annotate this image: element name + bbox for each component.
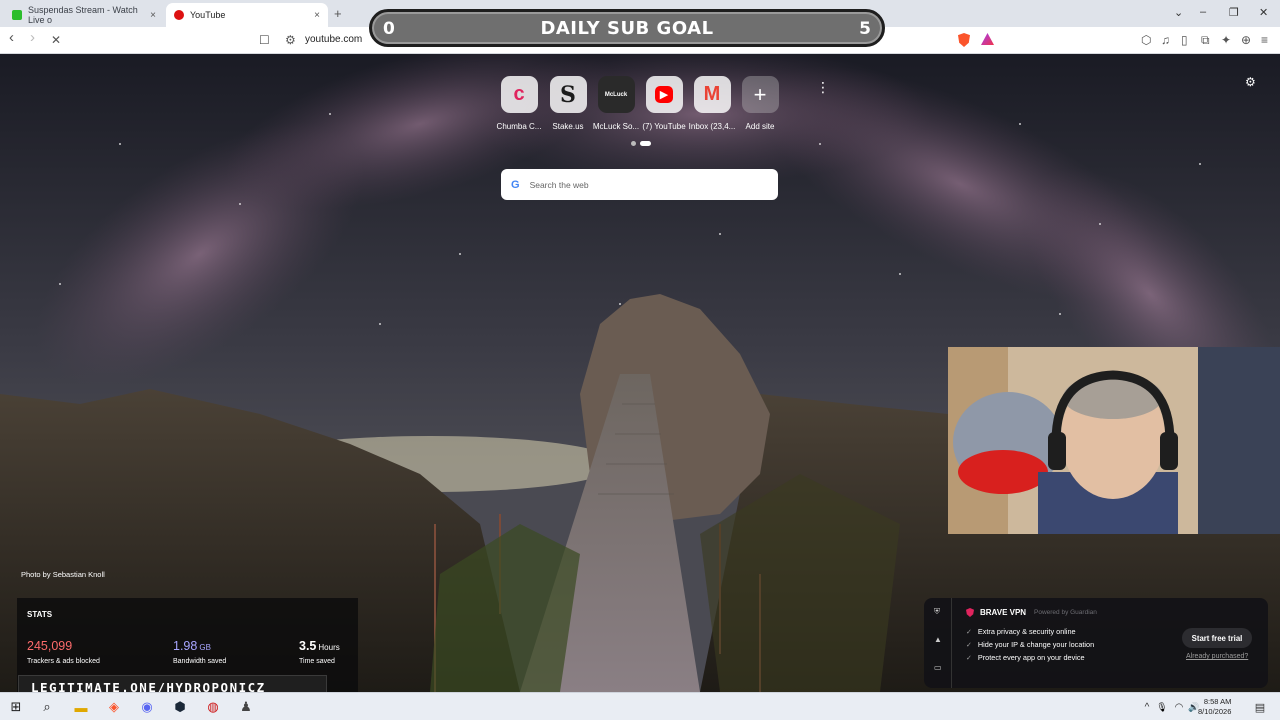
stat-trackers: 245,099 Trackers & ads blocked <box>27 637 100 665</box>
sidebar-icon[interactable]: ▯ <box>1181 33 1188 47</box>
add-site-button[interactable]: + Add site <box>730 76 790 131</box>
shortcut-pager[interactable] <box>631 141 651 146</box>
main-menu-icon[interactable]: ≡ <box>1261 33 1268 47</box>
tab-title: YouTube <box>190 10 226 20</box>
bookmark-icon[interactable]: ☐ <box>259 33 270 47</box>
plus-icon: + <box>741 76 779 113</box>
stat-unit: GB <box>199 643 211 652</box>
shortcut-label: Add site <box>745 122 775 131</box>
back-button[interactable]: ‹ <box>9 29 14 46</box>
vpn-feature: Hide your IP & change your location <box>966 640 1094 649</box>
brave-vpn-widget: ⛨ ▲ ▭ BRAVE VPN Powered by Guardian Extr… <box>924 598 1268 688</box>
stat-time: 3.5 Hours Time saved <box>299 637 340 665</box>
start-icon[interactable]: ⊞ <box>8 699 24 715</box>
forward-button[interactable]: › <box>30 29 35 46</box>
new-tab-button[interactable]: + <box>334 6 342 21</box>
search-box[interactable]: G <box>501 169 778 200</box>
obs-icon[interactable]: ◍ <box>205 699 221 715</box>
clock-time: 8:58 AM <box>1203 697 1232 706</box>
discord-icon[interactable]: ◉ <box>139 699 155 715</box>
leo-ai-icon[interactable]: ✦ <box>1221 33 1231 47</box>
windows-taskbar: ⊞ ⌕ ▬ ◈ ◉ ⬢ ◍ ♟ ^ 🎙 ◠ 🔊 8:58 AM 8/10/202… <box>0 692 1280 720</box>
search-input[interactable] <box>529 179 750 190</box>
microphone-icon[interactable]: 🎙 <box>1154 699 1170 715</box>
site-settings-icon[interactable]: ⚙ <box>285 33 296 47</box>
already-purchased-link[interactable]: Already purchased? <box>1186 653 1248 660</box>
steam-icon[interactable]: ⬢ <box>172 699 188 715</box>
stat-bandwidth: 1.98 GB Bandwidth saved <box>173 637 226 665</box>
vpn-feature: Extra privacy & security online <box>966 627 1076 636</box>
vpn-title: BRAVE VPN <box>966 608 1026 617</box>
wifi-icon[interactable]: ◠ <box>1171 699 1187 715</box>
file-explorer-icon[interactable]: ▬ <box>73 699 89 715</box>
notifications-icon[interactable]: ▤ <box>1252 699 1268 715</box>
extensions-icon[interactable]: ⬡ <box>1141 33 1151 47</box>
google-icon: G <box>511 178 520 191</box>
mcluck-icon: McLuck <box>597 76 635 113</box>
address-bar[interactable]: youtube.com <box>305 34 362 45</box>
media-icon[interactable]: ♫ <box>1161 33 1170 47</box>
vpn-icon[interactable]: ⊕ <box>1241 33 1251 47</box>
tab-close-icon[interactable]: × <box>314 10 320 21</box>
daily-sub-goal-overlay: 0 DAILY SUB GOAL 5 <box>369 9 885 47</box>
stat-caption: Bandwidth saved <box>173 658 227 665</box>
photo-credit[interactable]: Photo by Sebastian Knoll <box>21 570 105 579</box>
youtube-favicon-icon <box>174 10 184 20</box>
sub-goal-target: 5 <box>859 19 871 39</box>
stop-loading-button[interactable]: ✕ <box>51 33 61 47</box>
tab-close-icon[interactable]: × <box>150 10 156 21</box>
stake-icon: S <box>549 76 587 113</box>
webcam-overlay <box>948 347 1280 534</box>
kick-favicon-icon <box>12 10 22 20</box>
webcam-image <box>948 347 1280 534</box>
stat-caption: Trackers & ads blocked <box>27 658 100 665</box>
restore-button[interactable]: ❐ <box>1229 6 1239 19</box>
vpn-feature: Protect every app on your device <box>966 653 1085 662</box>
minimize-button[interactable]: – <box>1200 6 1206 18</box>
vpn-powered-by: Powered by Guardian <box>1034 609 1097 616</box>
brave-rewards-icon[interactable] <box>981 33 994 45</box>
rewards-tab-icon[interactable]: ▲ <box>934 635 942 644</box>
clock-date: 8/10/2026 <box>1198 707 1232 716</box>
widget-switcher: ⛨ ▲ ▭ <box>924 598 952 688</box>
wallet-icon[interactable]: ⧉ <box>1201 33 1210 48</box>
chumba-icon: c <box>500 76 538 113</box>
tray-chevron-icon[interactable]: ^ <box>1139 699 1155 715</box>
close-window-button[interactable]: ✕ <box>1259 6 1268 19</box>
tab-youtube[interactable]: YouTube × <box>166 3 328 27</box>
vpn-tab-icon[interactable]: ⛨ <box>934 607 940 617</box>
start-free-trial-button[interactable]: Start free trial <box>1182 628 1252 648</box>
search-icon[interactable]: ⌕ <box>39 699 55 715</box>
talk-tab-icon[interactable]: ▭ <box>934 663 942 672</box>
youtube-icon: ▶ <box>645 76 683 113</box>
brave-icon[interactable]: ◈ <box>106 699 122 715</box>
shortcuts-more-icon[interactable]: ⋮ <box>816 80 830 94</box>
page-settings-gear-icon[interactable]: ⚙ <box>1245 75 1256 89</box>
stats-title: STATS <box>27 610 53 619</box>
vpn-logo-icon <box>966 608 974 617</box>
tab-title: Suspendas Stream - Watch Live o <box>28 5 138 25</box>
stat-value: 3.5 <box>299 639 317 653</box>
sub-goal-title: DAILY SUB GOAL <box>540 17 714 39</box>
pager-dot-active[interactable] <box>640 141 651 146</box>
sub-goal-current: 0 <box>383 19 395 39</box>
brave-shields-icon[interactable] <box>958 33 970 47</box>
stat-unit: Hours <box>318 643 340 652</box>
tab-search-chevron-icon[interactable]: ⌄ <box>1174 6 1183 19</box>
pager-dot[interactable] <box>631 141 636 146</box>
stat-value: 1.98 <box>173 639 198 653</box>
system-clock[interactable]: 8:58 AM 8/10/2026 <box>1198 697 1231 717</box>
app-icon[interactable]: ♟ <box>238 699 254 715</box>
stat-caption: Time saved <box>299 658 335 665</box>
stat-value: 245,099 <box>27 639 73 653</box>
tab-suspendas-stream[interactable]: Suspendas Stream - Watch Live o × <box>4 3 164 27</box>
gmail-icon: M <box>693 76 731 113</box>
